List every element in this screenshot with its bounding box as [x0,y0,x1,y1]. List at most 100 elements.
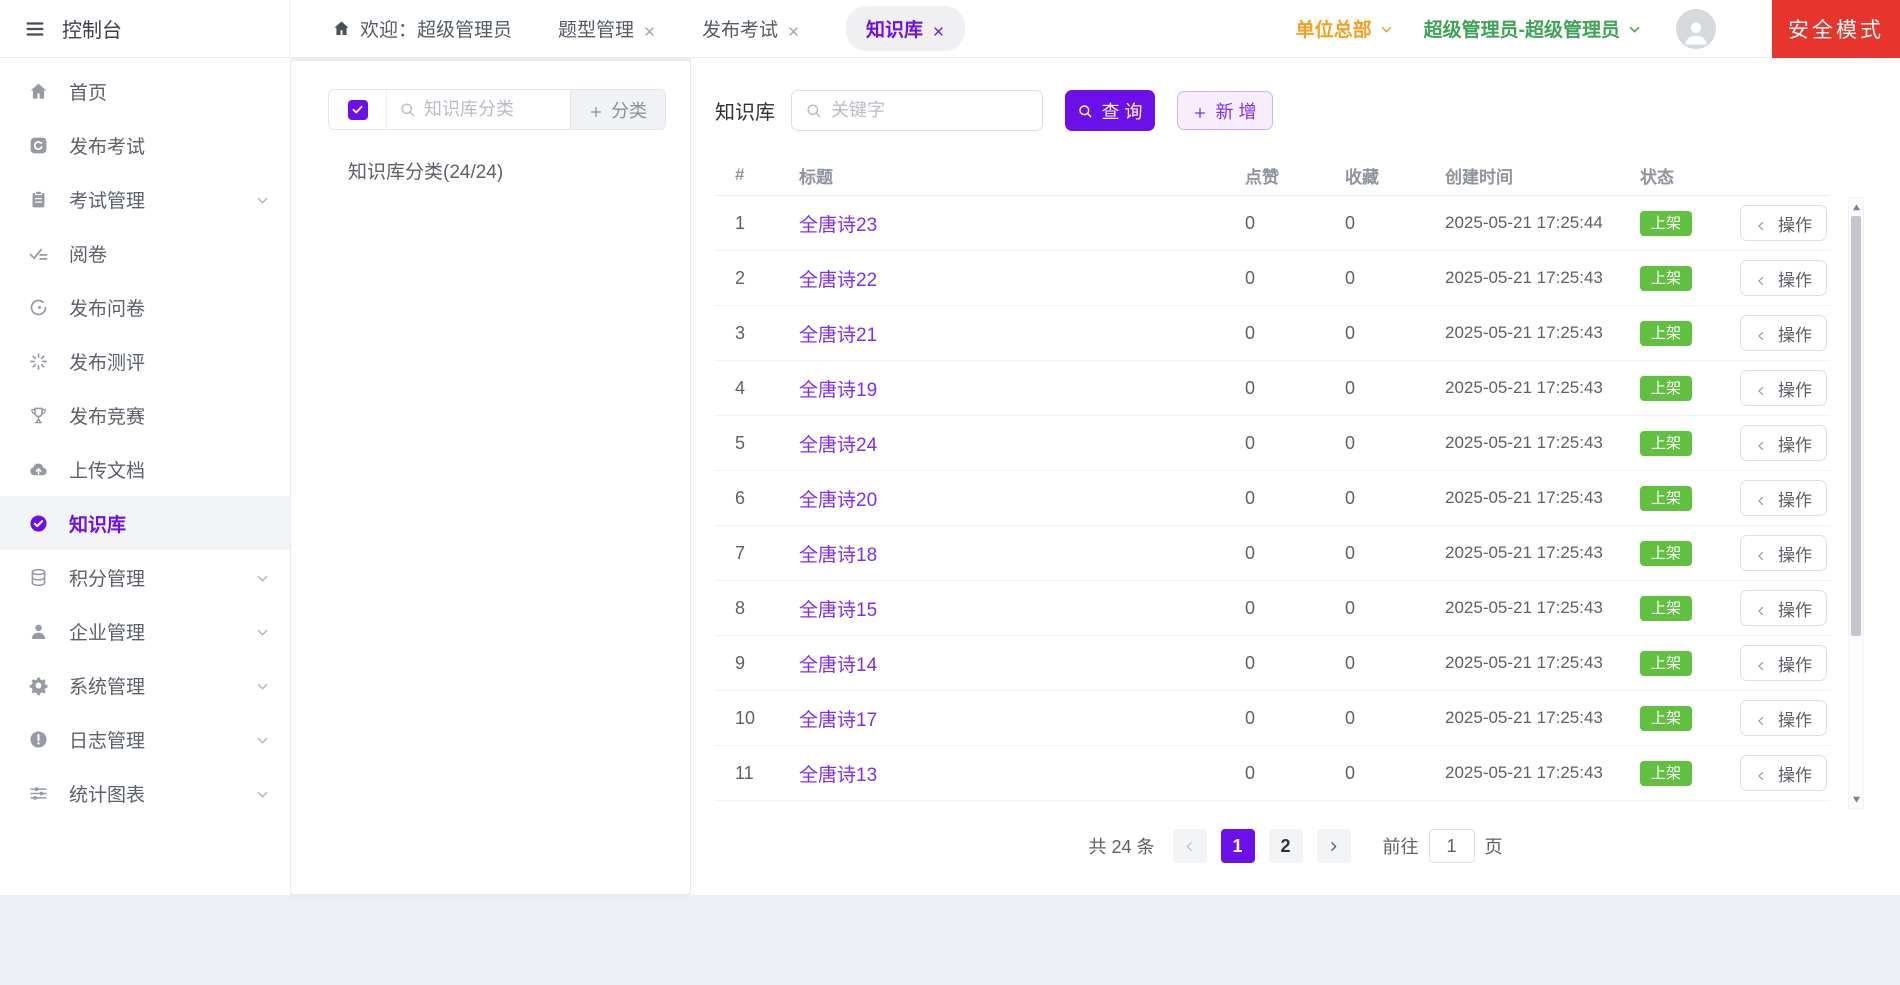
close-icon[interactable] [787,22,800,35]
row-title-link[interactable]: 全唐诗14 [799,655,877,676]
page-button-1[interactable]: 1 [1221,829,1255,863]
row-action-label: 操作 [1778,321,1812,346]
scroll-down-icon[interactable] [1849,792,1863,806]
pagination: 共 24 条 1 2 前往 页 [691,829,1900,863]
row-created-at: 2025-05-21 17:25:43 [1425,378,1620,398]
row-index: 6 [715,488,779,509]
row-likes: 0 [1225,433,1325,454]
sidebar-item-upload-doc[interactable]: 上传文档 [0,442,290,496]
tab-knowledge-base[interactable]: 知识库 [846,6,965,51]
enterprise-icon [28,621,49,642]
sidebar-item-survey[interactable]: 发布问卷 [0,280,290,334]
add-button[interactable]: 新 增 [1177,91,1273,130]
keyword-search-input[interactable] [831,100,1021,121]
goto-page: 前往 页 [1383,829,1503,863]
sidebar-item-knowledge-base[interactable]: 知识库 [0,496,290,550]
status-badge: 上架 [1640,376,1692,401]
row-title-link[interactable]: 全唐诗13 [799,765,877,786]
tab-question-type[interactable]: 题型管理 [558,15,656,42]
safe-mode-button[interactable]: 安全模式 [1772,0,1900,58]
sidebar-item-assessment[interactable]: 发布测评 [0,334,290,388]
row-action-button[interactable]: 操作 [1740,590,1827,626]
scroll-up-icon[interactable] [1849,200,1863,214]
status-badge: 上架 [1640,541,1692,566]
col-created: 创建时间 [1425,163,1620,188]
col-status: 状态 [1620,163,1720,188]
status-badge: 上架 [1640,761,1692,786]
row-title-link[interactable]: 全唐诗17 [799,710,877,731]
avatar[interactable] [1676,9,1716,49]
sidebar-item-contest[interactable]: 发布竞赛 [0,388,290,442]
row-favorites: 0 [1325,653,1425,674]
chevron-down-icon [255,732,270,747]
category-search-input[interactable] [424,99,544,120]
sidebar-item-charts[interactable]: 统计图表 [0,766,290,820]
scrollbar-thumb[interactable] [1851,216,1861,636]
row-title-link[interactable]: 全唐诗24 [799,435,877,456]
sidebar-item-grading[interactable]: 阅卷 [0,226,290,280]
row-action-button[interactable]: 操作 [1740,755,1827,791]
row-title-link[interactable]: 全唐诗19 [799,380,877,401]
next-page-button[interactable] [1317,829,1351,863]
sidebar-item-system[interactable]: 系统管理 [0,658,290,712]
row-action-button[interactable]: 操作 [1740,645,1827,681]
sidebar-nav: 首页 发布考试 考试管理 阅卷 [0,58,290,895]
tab-welcome[interactable]: 欢迎：超级管理员 [332,15,512,42]
sidebar-item-points[interactable]: 积分管理 [0,550,290,604]
row-title-link[interactable]: 全唐诗23 [799,215,877,236]
sidebar-item-label: 积分管理 [69,564,235,591]
pagination-total: 共 24 条 [1088,833,1154,859]
sidebar-item-exam-management[interactable]: 考试管理 [0,172,290,226]
table-scrollbar[interactable] [1848,197,1864,809]
table-row: 6 全唐诗20 0 0 2025-05-21 17:25:43 上架 操作 [715,471,1830,526]
table-row: 3 全唐诗21 0 0 2025-05-21 17:25:43 上架 操作 [715,306,1830,361]
row-title-link[interactable]: 全唐诗15 [799,600,877,621]
row-created-at: 2025-05-21 17:25:43 [1425,708,1620,728]
row-action-button[interactable]: 操作 [1740,535,1827,571]
row-action-label: 操作 [1778,761,1812,786]
goto-page-input[interactable] [1429,829,1475,863]
row-action-button[interactable]: 操作 [1740,370,1827,406]
prev-page-button[interactable] [1173,829,1207,863]
points-icon [28,567,49,588]
row-action-button[interactable]: 操作 [1740,205,1827,241]
col-favorites: 收藏 [1325,163,1425,188]
sidebar-item-label: 考试管理 [69,186,235,213]
row-action-button[interactable]: 操作 [1740,700,1827,736]
row-action-button[interactable]: 操作 [1740,260,1827,296]
row-index: 10 [715,708,779,729]
close-icon[interactable] [932,22,945,35]
sidebar-item-label: 知识库 [69,510,270,537]
row-action-button[interactable]: 操作 [1740,425,1827,461]
user-role-selector[interactable]: 超级管理员-超级管理员 [1424,15,1642,42]
row-action-button[interactable]: 操作 [1740,480,1827,516]
sidebar-item-home[interactable]: 首页 [0,64,290,118]
sidebar-item-label: 发布问卷 [69,294,270,321]
chevron-left-icon [1755,272,1767,284]
chevron-down-icon [255,570,270,585]
sidebar-item-publish-exam[interactable]: 发布考试 [0,118,290,172]
top-bar: 控制台 欢迎：超级管理员 题型管理 发布考试 [0,0,1900,58]
close-icon[interactable] [643,22,656,35]
chevron-left-icon [1183,840,1196,853]
tab-publish-exam[interactable]: 发布考试 [702,15,800,42]
row-title-link[interactable]: 全唐诗21 [799,325,877,346]
select-all-checkbox[interactable] [348,100,368,120]
sidebar-item-logs[interactable]: 日志管理 [0,712,290,766]
row-likes: 0 [1225,543,1325,564]
menu-collapse-icon[interactable] [24,18,46,40]
row-title-link[interactable]: 全唐诗18 [799,545,877,566]
query-button[interactable]: 查 询 [1065,90,1155,131]
org-selector[interactable]: 单位总部 [1296,15,1394,42]
sidebar-item-enterprise[interactable]: 企业管理 [0,604,290,658]
top-right-zone: 单位总部 超级管理员-超级管理员 安全模式 [1296,0,1900,57]
row-title-link[interactable]: 全唐诗22 [799,270,877,291]
chevron-left-icon [1755,602,1767,614]
page-button-2[interactable]: 2 [1269,829,1303,863]
row-action-label: 操作 [1778,376,1812,401]
row-title-link[interactable]: 全唐诗20 [799,490,877,511]
add-category-button[interactable]: 分类 [570,90,665,129]
row-action-label: 操作 [1778,596,1812,621]
row-action-button[interactable]: 操作 [1740,315,1827,351]
status-badge: 上架 [1640,651,1692,676]
